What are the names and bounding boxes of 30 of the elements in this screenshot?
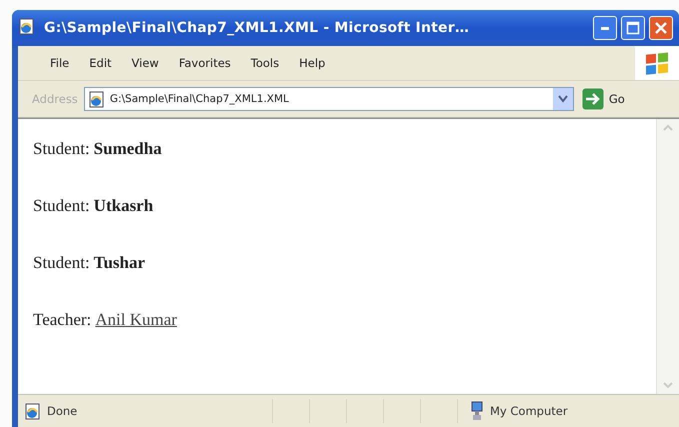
address-label: Address <box>32 92 78 106</box>
status-text: Done <box>47 404 78 418</box>
close-icon <box>654 21 668 35</box>
student-name: Utkasrh <box>94 196 154 216</box>
minimize-icon <box>601 26 609 30</box>
window-title: G:\Sample\Final\Chap7_XML1.XML - Microsoft Inter… <box>44 20 470 36</box>
flag-icon <box>644 50 670 76</box>
student-name: Tushar <box>94 253 146 273</box>
menu-item[interactable]: View <box>122 56 169 70</box>
menu-item[interactable]: Edit <box>79 56 122 70</box>
go-button[interactable]: Go <box>582 88 625 110</box>
address-field[interactable]: G:\Sample\Final\Chap7_XML1.XML <box>84 87 574 111</box>
entry-label: Student: <box>33 139 90 159</box>
page-icon <box>24 402 41 420</box>
entry-label: Teacher: <box>33 310 92 330</box>
menu-item[interactable]: File <box>40 56 80 70</box>
computer-icon <box>470 401 484 421</box>
minimize-button[interactable] <box>593 16 617 40</box>
close-button[interactable] <box>649 16 673 40</box>
student-name: Sumedha <box>94 139 162 159</box>
menu-item[interactable]: Tools <box>240 56 290 70</box>
entry-label: Student: <box>33 196 90 216</box>
maximize-icon <box>626 21 640 35</box>
name-link[interactable]: Anil Kumar <box>95 310 177 330</box>
zone-text: My Computer <box>490 404 568 418</box>
page-icon <box>88 90 105 108</box>
menu-item[interactable]: Favorites <box>168 56 241 70</box>
entry-label: Student: <box>33 253 90 273</box>
menu-item[interactable]: Help <box>289 56 336 70</box>
maximize-button[interactable] <box>621 16 645 40</box>
